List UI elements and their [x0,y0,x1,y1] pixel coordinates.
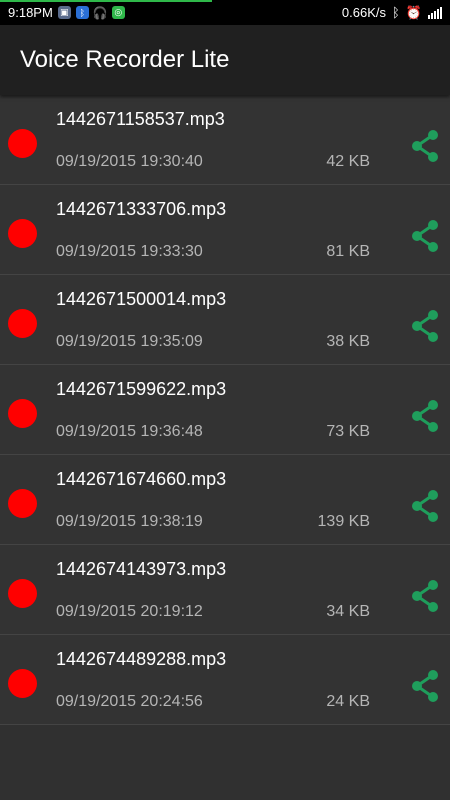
recording-size: 38 KB [326,333,370,350]
recording-size: 73 KB [326,423,370,440]
record-dot-icon [8,309,37,338]
recording-size: 42 KB [326,153,370,170]
recording-date: 09/19/2015 19:35:09 [56,333,203,350]
app-bar: Voice Recorder Lite [0,25,450,95]
recording-row[interactable]: 1442671674660.mp3 09/19/2015 19:38:19 13… [0,455,450,545]
recording-row[interactable]: 1442674489288.mp3 09/19/2015 20:24:56 24… [0,635,450,725]
headphones-icon: 🎧 [92,5,108,20]
recording-date: 09/19/2015 19:33:30 [56,243,203,260]
recording-row[interactable]: 1442674143973.mp3 09/19/2015 20:19:12 34… [0,545,450,635]
record-dot-icon [8,399,37,428]
share-icon[interactable] [410,129,440,163]
recording-size: 81 KB [326,243,370,260]
bluetooth-icon: ᛒ [75,6,89,19]
recording-filename: 1442671158537.mp3 [56,109,225,129]
recording-filename: 1442671333706.mp3 [56,199,227,219]
recording-row[interactable]: 1442671158537.mp3 09/19/2015 19:30:40 42… [0,95,450,185]
status-bar: 9:18PM ▣ ᛒ 🎧 ◎ 0.66K/s ᛒ ⏰ [0,0,450,25]
recording-filename: 1442671599622.mp3 [56,379,227,399]
recording-date: 09/19/2015 20:19:12 [56,603,203,620]
bluetooth-icon: ᛒ [392,5,400,20]
recording-row[interactable]: 1442671500014.mp3 09/19/2015 19:35:09 38… [0,275,450,365]
share-icon[interactable] [410,579,440,613]
recording-row[interactable]: 1442671599622.mp3 09/19/2015 19:36:48 73… [0,365,450,455]
recording-filename: 1442674489288.mp3 [56,649,227,669]
share-icon[interactable] [410,399,440,433]
recording-size: 34 KB [326,603,370,620]
record-dot-icon [8,219,37,248]
recording-date: 09/19/2015 19:30:40 [56,153,203,170]
recording-filename: 1442674143973.mp3 [56,559,227,579]
share-icon[interactable] [410,669,440,703]
recording-row[interactable]: 1442671333706.mp3 09/19/2015 19:33:30 81… [0,185,450,275]
record-dot-icon [8,129,37,158]
signal-icon [428,6,442,19]
recording-filename: 1442671500014.mp3 [56,289,227,309]
recordings-list: 1442671158537.mp3 09/19/2015 19:30:40 42… [0,95,450,725]
app-notification-icon: ▣ [57,6,71,19]
recording-size: 139 KB [317,513,370,530]
download-progress-line [0,0,212,2]
app-notification-icon: ◎ [111,6,125,19]
share-icon[interactable] [410,489,440,523]
recording-date: 09/19/2015 19:36:48 [56,423,203,440]
recording-date: 09/19/2015 19:38:19 [56,513,203,530]
network-speed: 0.66K/s [341,5,386,20]
record-dot-icon [8,489,37,518]
recording-size: 24 KB [326,693,370,710]
record-dot-icon [8,669,37,698]
status-time: 9:18PM [8,5,53,20]
app-title: Voice Recorder Lite [20,46,230,73]
recording-date: 09/19/2015 20:24:56 [56,693,203,710]
share-icon[interactable] [410,219,440,253]
share-icon[interactable] [410,309,440,343]
recording-filename: 1442671674660.mp3 [56,469,227,489]
record-dot-icon [8,579,37,608]
alarm-icon: ⏰ [405,4,422,20]
